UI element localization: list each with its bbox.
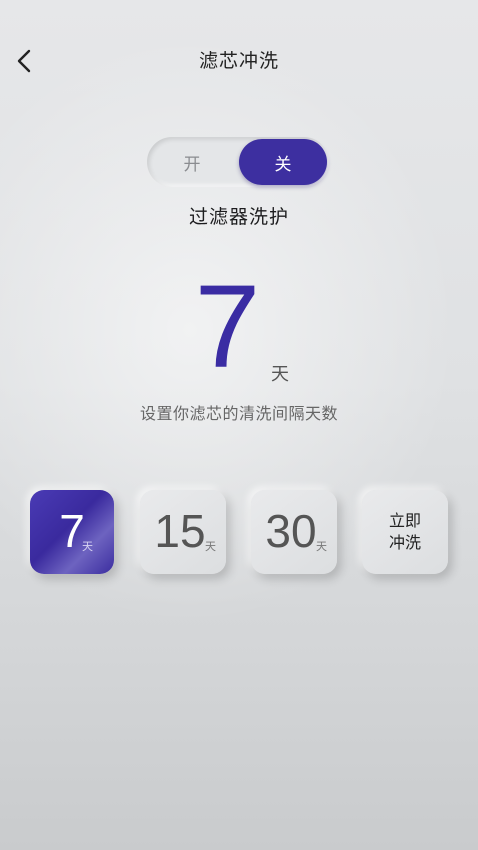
section-subtitle: 过滤器洗护	[188, 206, 289, 228]
option-unit: 天	[316, 540, 327, 553]
option-unit: 天	[82, 540, 93, 553]
page-title: 滤芯冲洗	[198, 50, 279, 72]
interval-option-15[interactable]: 15 天	[140, 490, 226, 574]
top-bar: 滤芯冲洗	[0, 0, 478, 120]
flush-now-label: 立即 冲洗	[388, 511, 421, 552]
interval-hint: 设置你滤芯的清洗间隔天数	[139, 404, 338, 423]
interval-unit: 天	[271, 364, 289, 385]
interval-value: 7	[194, 261, 261, 393]
interval-option-30[interactable]: 30 天	[251, 490, 337, 574]
interval-option-7[interactable]: 7 天	[30, 490, 114, 574]
toggle-on-option[interactable]: 开	[147, 137, 237, 187]
flush-now-button[interactable]: 立即 冲洗	[362, 490, 448, 574]
toggle-off-option[interactable]: 关	[239, 139, 327, 185]
option-unit: 天	[205, 540, 216, 553]
power-toggle[interactable]: 开 关	[147, 137, 329, 187]
option-value: 7	[59, 505, 85, 557]
